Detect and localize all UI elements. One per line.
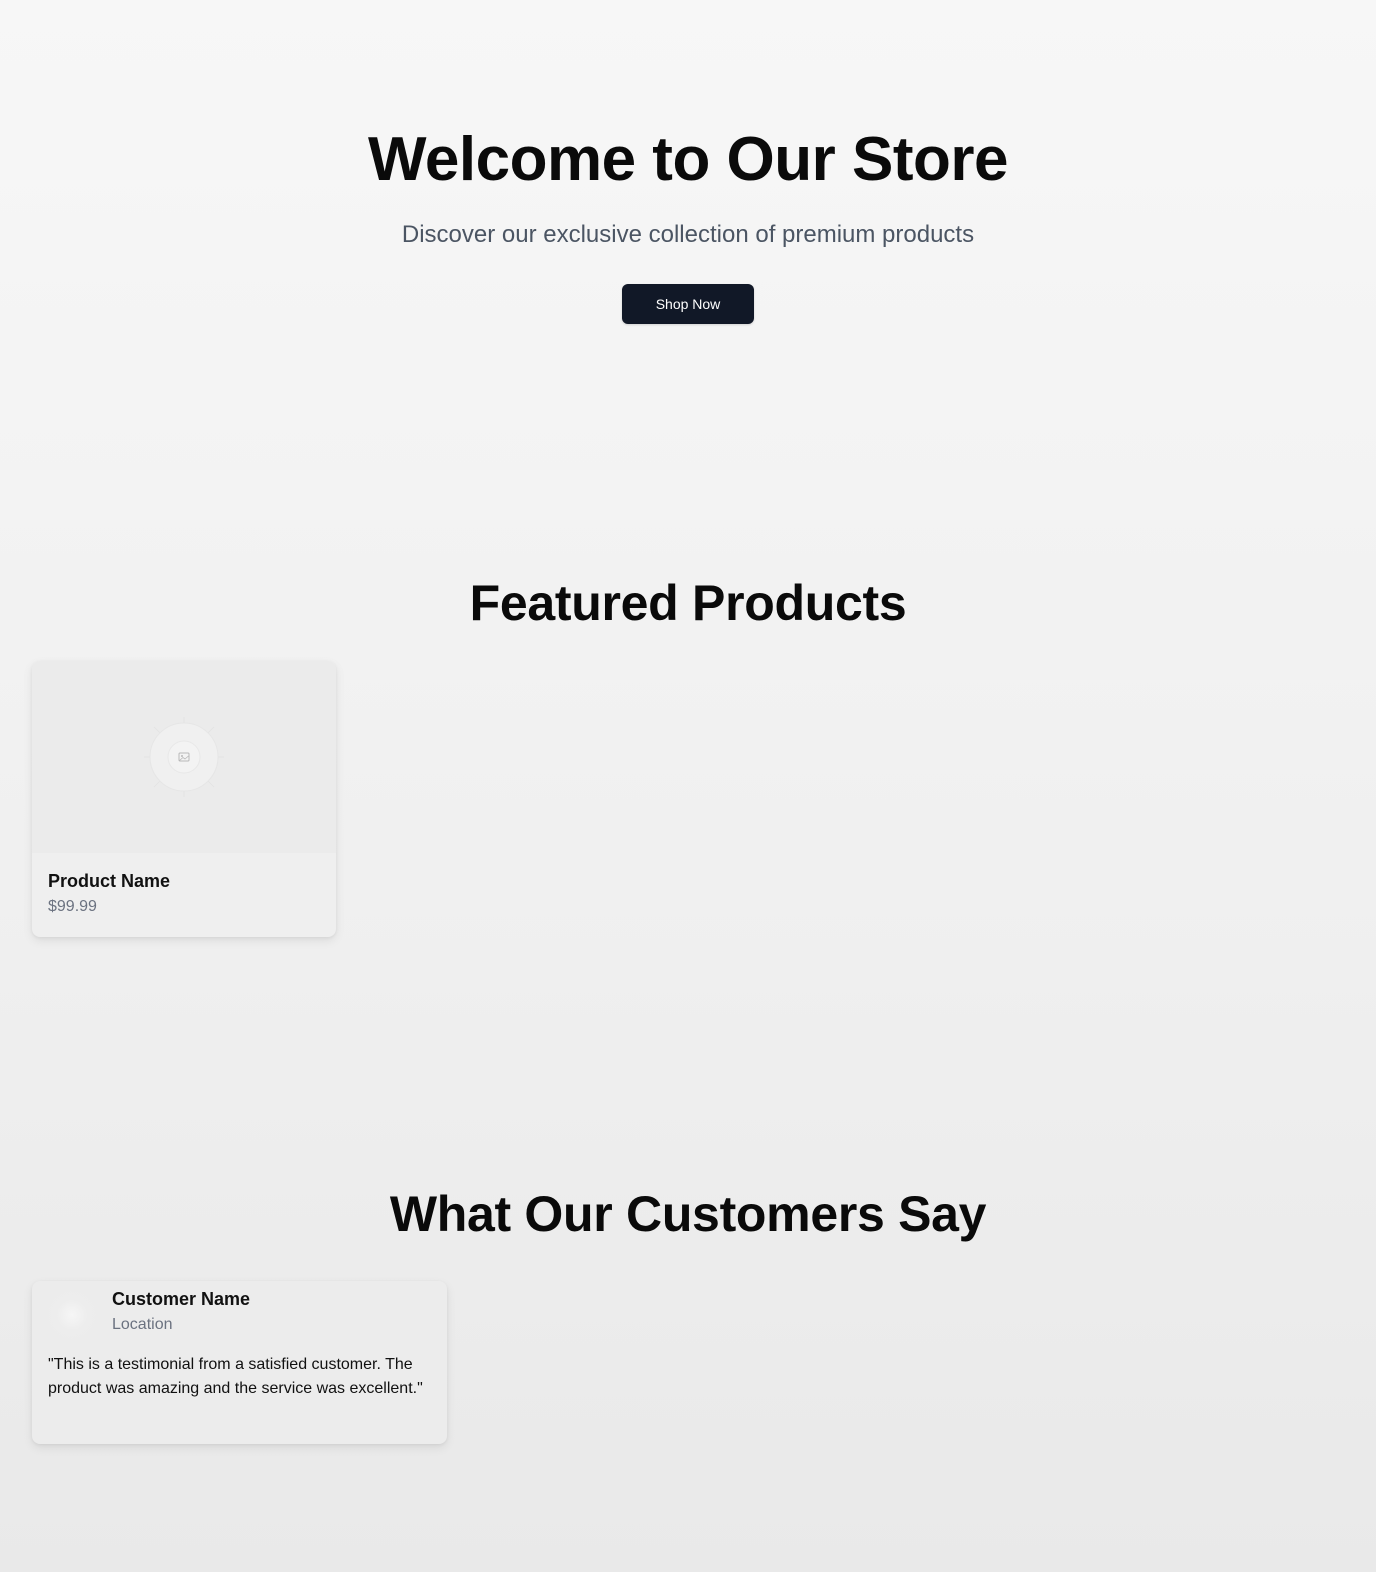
- product-price: $99.99: [48, 898, 97, 915]
- shop-now-button[interactable]: Shop Now: [622, 284, 754, 324]
- hero-subtitle: Discover our exclusive collection of pre…: [401, 221, 975, 248]
- customer-location: Location: [112, 1316, 173, 1333]
- testimonial-quote: "This is a testimonial from a satisfied …: [48, 1356, 423, 1397]
- featured-products-title: Featured Products: [469, 575, 907, 631]
- hero-section: Welcome to Our Store Discover our exclus…: [0, 0, 1376, 420]
- product-name: Product Name: [48, 871, 171, 891]
- avatar: [48, 1291, 96, 1339]
- testimonials-title: What Our Customers Say: [389, 1186, 987, 1242]
- product-card[interactable]: Product Name $99.99: [32, 661, 336, 937]
- image-placeholder-icon: [144, 717, 224, 797]
- customer-name: Customer Name: [112, 1289, 251, 1309]
- testimonial-card: Customer Name Location "This is a testim…: [32, 1281, 447, 1444]
- product-image[interactable]: [32, 661, 336, 853]
- hero-title: Welcome to Our Store: [368, 125, 1008, 194]
